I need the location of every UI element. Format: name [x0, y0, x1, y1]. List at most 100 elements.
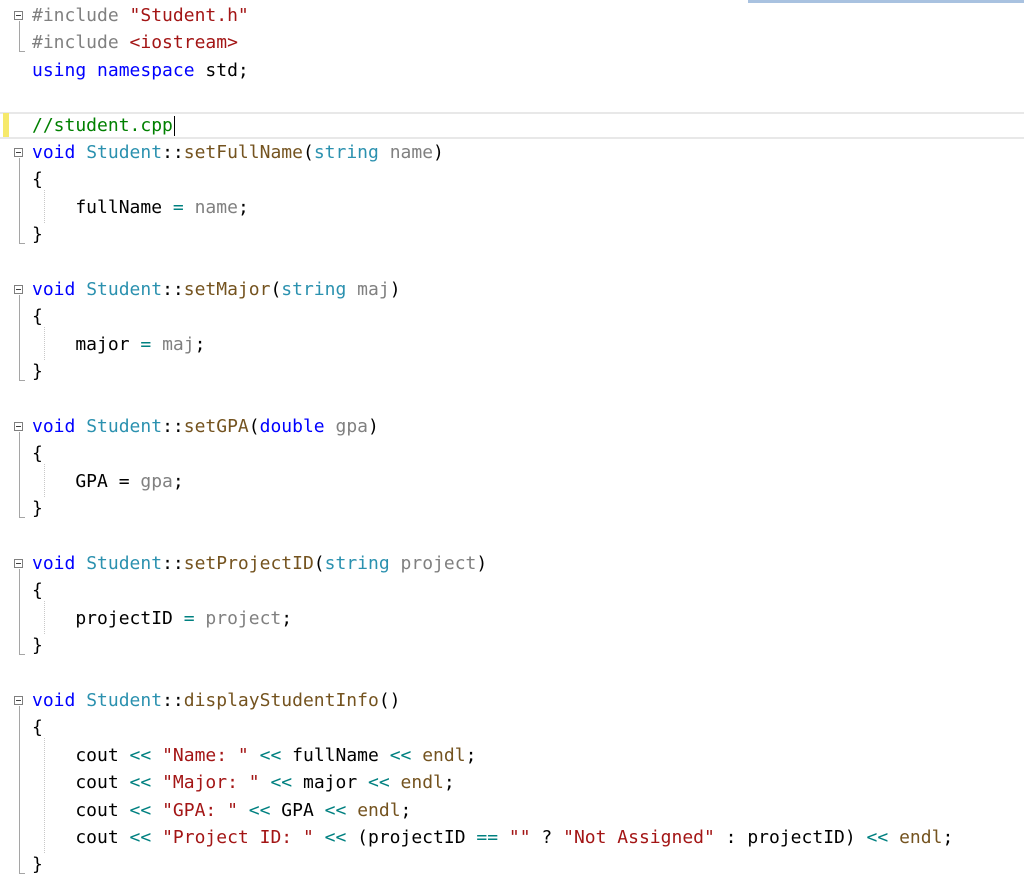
code-line[interactable]: {	[0, 303, 1024, 330]
code-text: major = maj;	[32, 331, 205, 358]
code-token: ::	[162, 416, 184, 437]
collapse-minus-icon[interactable]	[14, 11, 23, 20]
code-line[interactable]: #include "Student.h"	[0, 2, 1024, 29]
code-line[interactable]: using namespace std;	[0, 57, 1024, 84]
code-line[interactable]: void Student::displayStudentInfo()	[0, 687, 1024, 714]
code-token: <<	[270, 772, 293, 794]
code-line[interactable]: }	[0, 851, 1024, 878]
text-caret	[173, 115, 175, 136]
collapse-minus-icon[interactable]	[14, 285, 23, 294]
code-line[interactable]: #include <iostream>	[0, 29, 1024, 56]
code-line[interactable]	[0, 386, 1024, 413]
collapse-minus-icon[interactable]	[14, 422, 23, 431]
code-token: Student	[86, 142, 163, 163]
code-line[interactable]: GPA = gpa;	[0, 468, 1024, 495]
code-token: : projectID)	[714, 827, 867, 848]
code-text: fullName = name;	[32, 194, 248, 221]
code-token: {	[32, 717, 43, 739]
code-line[interactable]	[0, 660, 1024, 687]
code-text: void Student::setProjectID(string projec…	[32, 550, 487, 577]
code-token: (	[270, 279, 282, 300]
code-line[interactable]: {	[0, 166, 1024, 193]
code-token: (projectID	[346, 827, 477, 848]
code-token: {	[32, 443, 43, 465]
code-text: {	[32, 714, 43, 741]
outline-end-cap	[19, 380, 25, 382]
code-token: {	[32, 306, 43, 328]
collapse-minus-icon[interactable]	[14, 696, 23, 705]
code-line[interactable]: cout << "Project ID: " << (projectID == …	[0, 824, 1024, 851]
code-token: ::	[162, 279, 184, 300]
code-token: major	[32, 333, 141, 355]
code-token: <<	[129, 744, 152, 766]
code-line[interactable]: void Student::setProjectID(string projec…	[0, 550, 1024, 577]
collapse-minus-icon[interactable]	[14, 559, 23, 568]
code-token: (	[313, 553, 325, 574]
code-line[interactable]: fullName = name;	[0, 194, 1024, 221]
code-line[interactable]: {	[0, 440, 1024, 467]
code-line[interactable]: }	[0, 221, 1024, 248]
code-token: using	[32, 59, 87, 81]
code-text: }	[32, 632, 43, 659]
code-token: ""	[508, 827, 531, 848]
code-line[interactable]: projectID = project;	[0, 605, 1024, 632]
outline-end-cap	[19, 243, 25, 245]
code-token: ::	[162, 142, 184, 163]
code-line[interactable]	[0, 249, 1024, 276]
code-line[interactable]: void Student::setFullName(string name)	[0, 139, 1024, 166]
code-line[interactable]: }	[0, 632, 1024, 659]
code-token: "Major: "	[162, 772, 260, 794]
code-token: //student.cpp	[32, 114, 173, 136]
code-token: ;	[465, 744, 477, 766]
code-line[interactable]: }	[0, 358, 1024, 385]
indent-guide	[44, 601, 45, 635]
code-token: }	[32, 361, 43, 383]
code-line[interactable]: major = maj;	[0, 331, 1024, 358]
code-token: ;	[942, 827, 954, 848]
code-line[interactable]: {	[0, 714, 1024, 741]
code-text: }	[32, 358, 43, 385]
code-token: ::	[162, 690, 184, 711]
code-token: ;	[443, 772, 455, 794]
code-line[interactable]: }	[0, 495, 1024, 522]
code-editor[interactable]: #include "Student.h" #include <iostream> u…	[0, 0, 1024, 886]
code-text: {	[32, 166, 43, 193]
code-text: void Student::setGPA(double gpa)	[32, 413, 379, 440]
code-token: void	[32, 416, 76, 437]
unsaved-change-marker	[3, 112, 9, 137]
code-line[interactable]: //student.cpp	[0, 111, 1024, 139]
code-line[interactable]: cout << "Major: " << major << endl;	[0, 769, 1024, 796]
code-token: {	[32, 169, 43, 191]
code-token: <<	[389, 744, 412, 766]
code-line[interactable]: {	[0, 577, 1024, 604]
code-token: Student	[86, 416, 163, 437]
code-text: #include <iostream>	[32, 29, 238, 56]
outline-end-cap	[19, 654, 25, 656]
code-line[interactable]: void Student::setGPA(double gpa)	[0, 413, 1024, 440]
code-text: void Student::setFullName(string name)	[32, 139, 444, 166]
code-line[interactable]	[0, 84, 1024, 111]
code-token: Student	[86, 279, 163, 300]
code-token: projectID	[32, 607, 184, 629]
code-line[interactable]	[0, 523, 1024, 550]
code-token: <<	[866, 827, 889, 848]
collapse-minus-icon[interactable]	[14, 148, 23, 157]
code-text: cout << "Major: " << major << endl;	[32, 769, 455, 796]
code-token: )	[476, 553, 488, 574]
code-line[interactable]: cout << "GPA: " << GPA << endl;	[0, 797, 1024, 824]
indent-guide	[44, 738, 45, 854]
code-token: void	[32, 553, 76, 574]
code-token: <iostream>	[129, 32, 238, 54]
code-line[interactable]: cout << "Name: " << fullName << endl;	[0, 742, 1024, 769]
code-line[interactable]: void Student::setMajor(string maj)	[0, 276, 1024, 303]
code-text: cout << "Project ID: " << (projectID == …	[32, 824, 953, 851]
